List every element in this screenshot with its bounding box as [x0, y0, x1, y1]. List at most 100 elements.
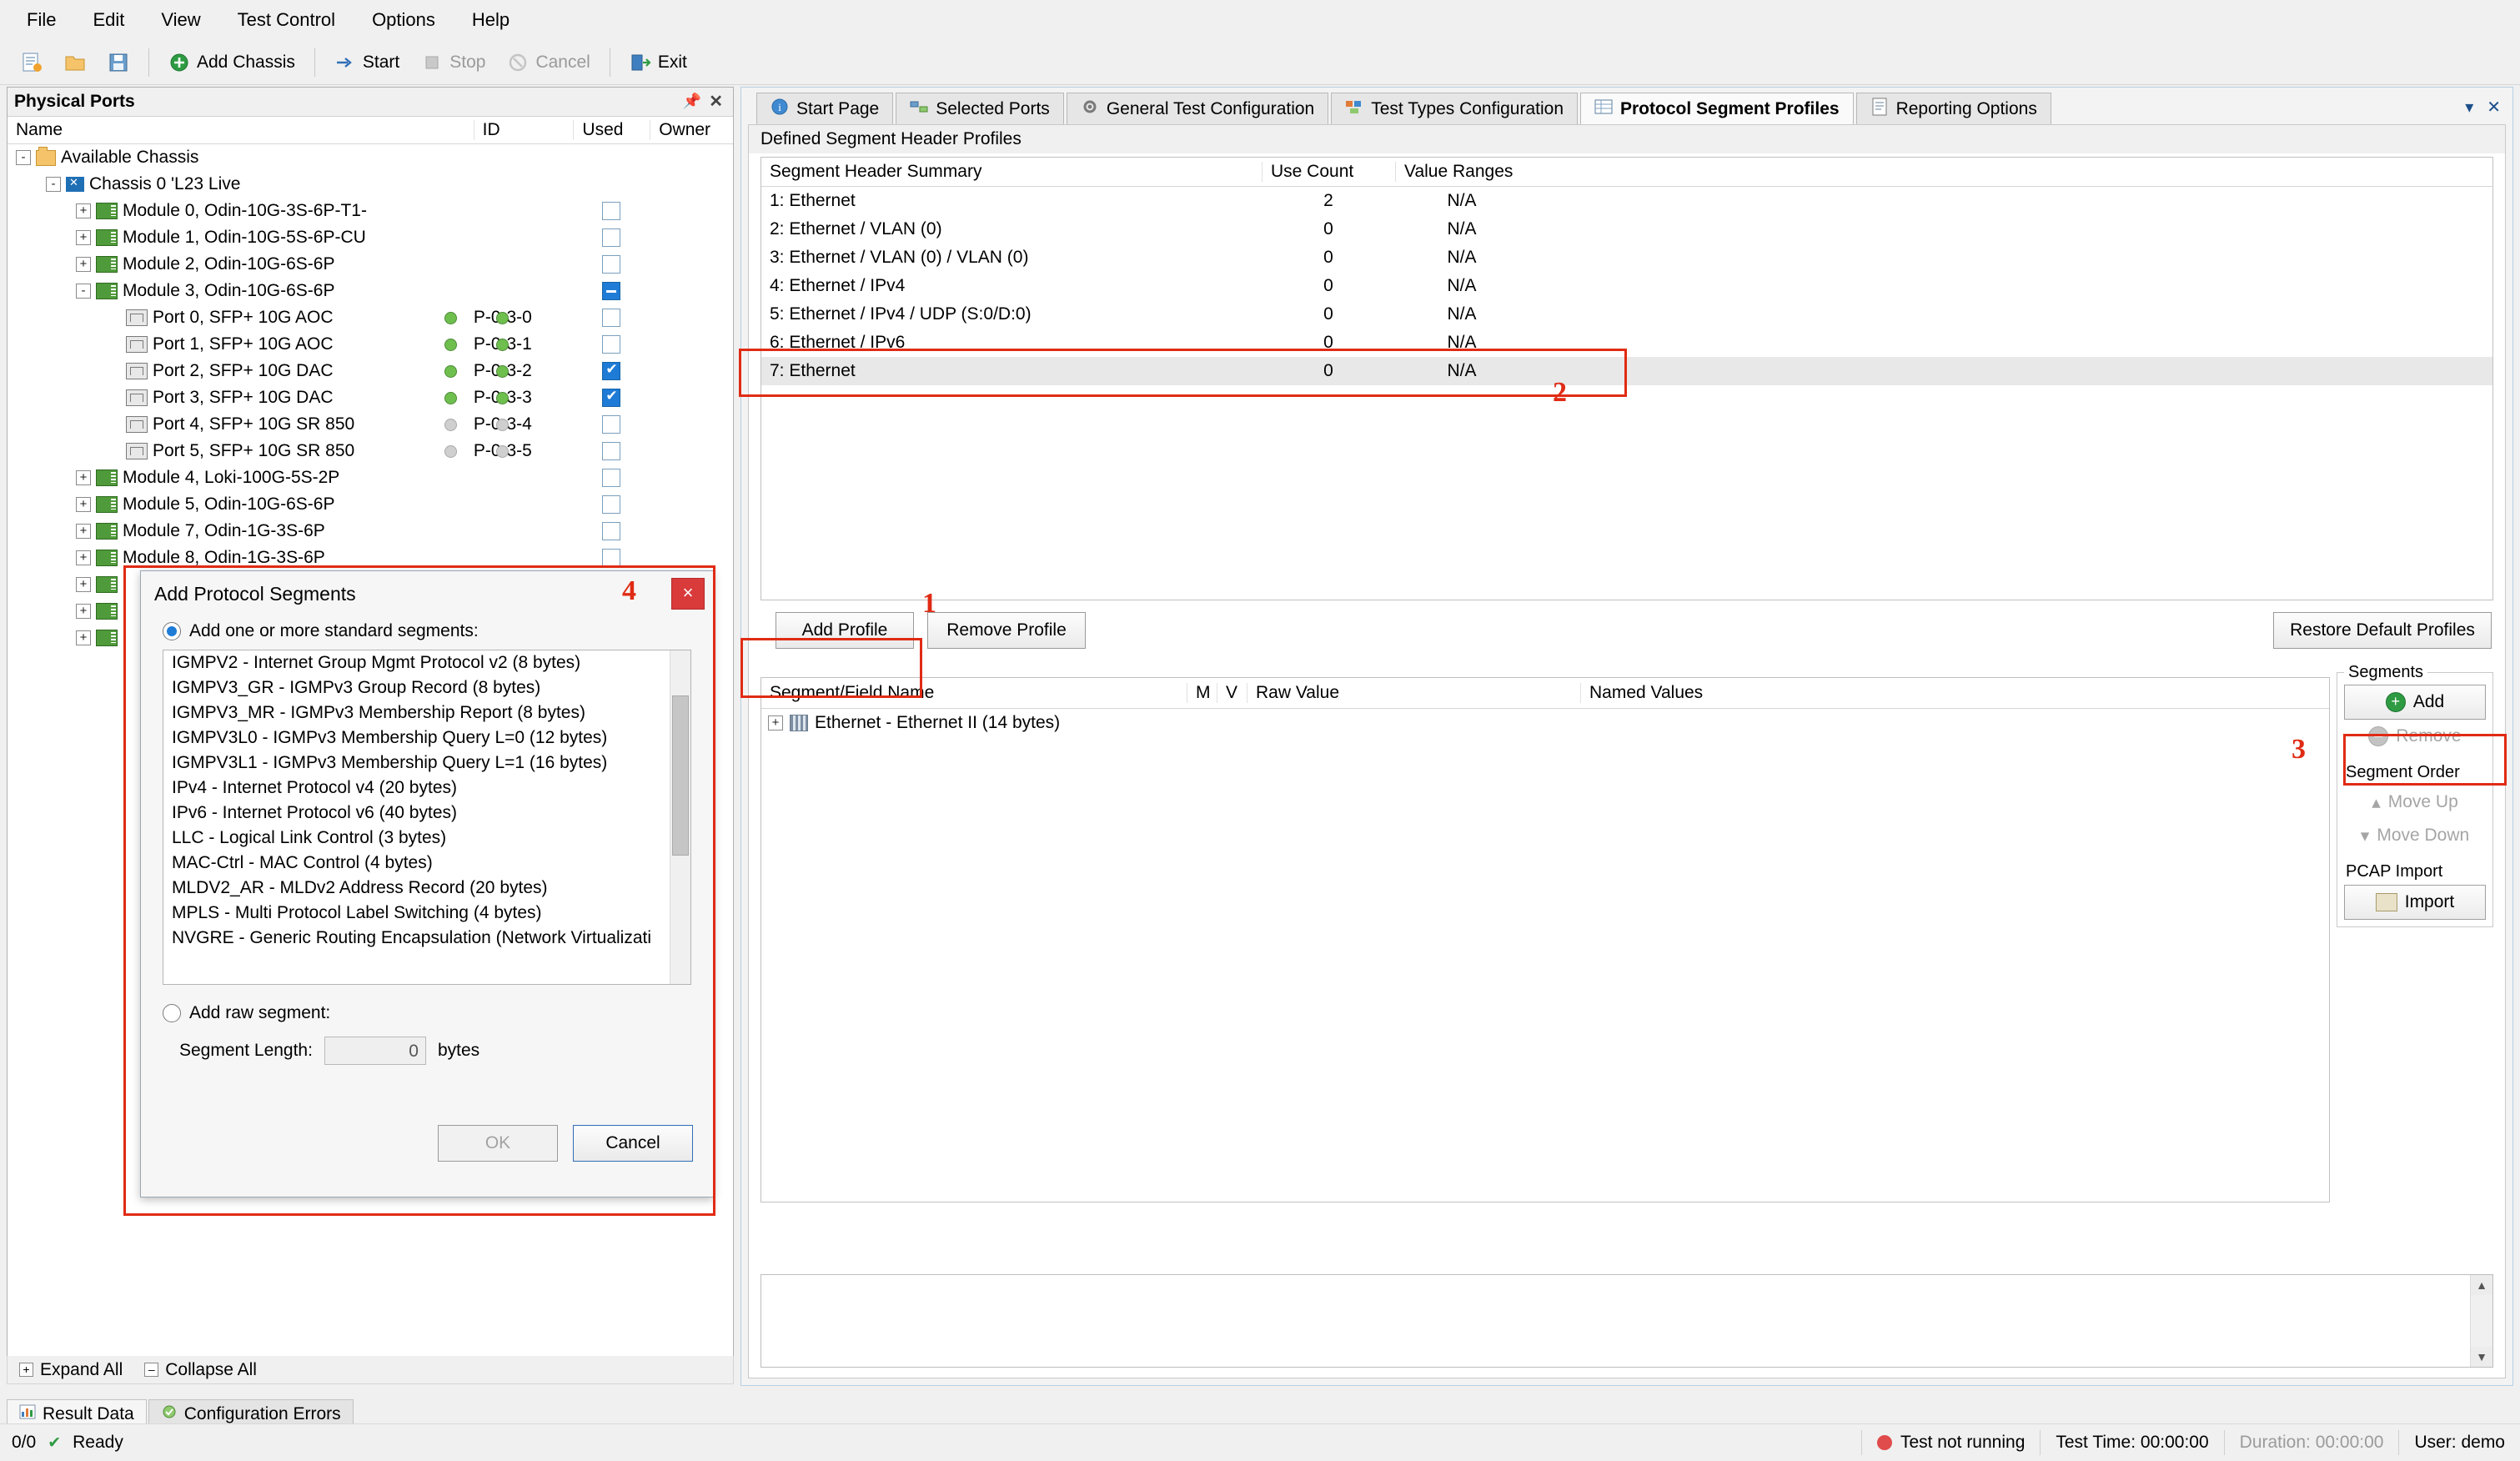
- message-log-box[interactable]: ▲ ▼: [761, 1274, 2493, 1368]
- ports-tree-row[interactable]: + Module 2, Odin-10G-6S-6P: [8, 251, 733, 278]
- expand-icon[interactable]: +: [76, 257, 91, 272]
- used-checkbox[interactable]: [602, 469, 621, 487]
- add-profile-button[interactable]: Add Profile: [776, 612, 914, 649]
- used-checkbox[interactable]: [602, 442, 621, 460]
- open-config-button[interactable]: [55, 47, 95, 78]
- ports-tree-row[interactable]: Port 5, SFP+ 10G SR 850 P-0-3-5: [8, 438, 733, 464]
- scrollbar-thumb[interactable]: [672, 695, 689, 856]
- segment-option-item[interactable]: IPv4 - Internet Protocol v4 (20 bytes): [163, 776, 690, 801]
- column-named-values[interactable]: Named Values: [1580, 683, 1914, 703]
- import-button[interactable]: Import: [2344, 885, 2486, 920]
- menu-file[interactable]: File: [8, 4, 74, 36]
- expand-icon[interactable]: +: [76, 203, 91, 218]
- profile-row[interactable]: 5: Ethernet / IPv4 / UDP (S:0/D:0) 0 N/A: [761, 300, 2492, 329]
- column-raw-value[interactable]: Raw Value: [1247, 683, 1580, 703]
- profile-row[interactable]: 6: Ethernet / IPv6 0 N/A: [761, 329, 2492, 357]
- used-checkbox[interactable]: [602, 202, 621, 220]
- ports-tree-row[interactable]: + Module 7, Odin-1G-3S-6P: [8, 518, 733, 545]
- column-m[interactable]: M: [1187, 683, 1217, 703]
- collapse-icon[interactable]: -: [46, 177, 61, 192]
- used-checkbox[interactable]: [602, 522, 621, 540]
- ports-tree-row[interactable]: Port 3, SFP+ 10G DAC P-0-3-3: [8, 384, 733, 411]
- used-checkbox[interactable]: [602, 388, 621, 407]
- start-button[interactable]: Start: [325, 47, 409, 78]
- expand-icon[interactable]: +: [76, 230, 91, 245]
- column-name[interactable]: Name: [8, 120, 474, 140]
- chevron-down-icon[interactable]: ▾: [2465, 97, 2473, 118]
- segment-option-item[interactable]: IGMPV3_GR - IGMPv3 Group Record (8 bytes…: [163, 675, 690, 700]
- restore-default-profiles-button[interactable]: Restore Default Profiles: [2273, 612, 2492, 649]
- listbox-scrollbar[interactable]: [670, 650, 690, 984]
- ports-tree-row[interactable]: Port 0, SFP+ 10G AOC P-0-3-0: [8, 304, 733, 331]
- segment-row[interactable]: + Ethernet - Ethernet II (14 bytes): [761, 709, 2329, 737]
- used-checkbox[interactable]: [602, 495, 621, 514]
- menu-edit[interactable]: Edit: [74, 4, 143, 36]
- used-checkbox[interactable]: [602, 282, 621, 300]
- add-segment-button[interactable]: + Add: [2344, 685, 2486, 720]
- expand-icon[interactable]: +: [76, 577, 91, 592]
- tab-protocol-segment-profiles[interactable]: Protocol Segment Profiles: [1580, 93, 1854, 124]
- segment-option-item[interactable]: MPLS - Multi Protocol Label Switching (4…: [163, 901, 690, 926]
- ports-tree-row[interactable]: + Module 1, Odin-10G-5S-6P-CU: [8, 224, 733, 251]
- profile-row[interactable]: 1: Ethernet 2 N/A: [761, 187, 2492, 215]
- menu-view[interactable]: View: [143, 4, 218, 36]
- column-owner[interactable]: Owner: [650, 120, 733, 140]
- close-icon[interactable]: ✕: [709, 91, 723, 112]
- ports-tree-row[interactable]: Port 4, SFP+ 10G SR 850 P-0-3-4: [8, 411, 733, 438]
- used-checkbox[interactable]: [602, 228, 621, 247]
- segment-option-item[interactable]: IGMPV3L0 - IGMPv3 Membership Query L=0 (…: [163, 725, 690, 751]
- segment-option-item[interactable]: NVGRE - Generic Routing Encapsulation (N…: [163, 926, 690, 951]
- used-checkbox[interactable]: [602, 255, 621, 274]
- expand-icon[interactable]: +: [76, 550, 91, 565]
- new-config-button[interactable]: [12, 47, 52, 78]
- ports-tree-row[interactable]: Port 2, SFP+ 10G DAC P-0-3-2: [8, 358, 733, 384]
- ports-tree-row[interactable]: Port 1, SFP+ 10G AOC P-0-3-1: [8, 331, 733, 358]
- tab-general-test-configuration[interactable]: General Test Configuration: [1066, 93, 1329, 124]
- expand-icon[interactable]: +: [76, 630, 91, 645]
- cancel-button[interactable]: Cancel: [498, 47, 599, 78]
- move-up-button[interactable]: ▴ Move Up: [2344, 786, 2486, 819]
- remove-segment-button[interactable]: – Remove: [2344, 720, 2486, 753]
- used-checkbox[interactable]: [602, 415, 621, 434]
- segment-option-item[interactable]: IGMPV3_MR - IGMPv3 Membership Report (8 …: [163, 700, 690, 725]
- segment-option-item[interactable]: MLDV2_AR - MLDv2 Address Record (20 byte…: [163, 876, 690, 901]
- column-used[interactable]: Used: [573, 120, 650, 140]
- pin-icon[interactable]: 📌: [683, 93, 701, 110]
- profile-row[interactable]: 7: Ethernet 0 N/A: [761, 357, 2492, 385]
- collapse-icon[interactable]: -: [16, 150, 31, 165]
- menu-help[interactable]: Help: [454, 4, 528, 36]
- column-segment-header-summary[interactable]: Segment Header Summary: [761, 162, 1262, 182]
- expand-icon[interactable]: +: [76, 497, 91, 512]
- tab-start-page[interactable]: i Start Page: [756, 93, 894, 124]
- ports-tree-row[interactable]: + Module 4, Loki-100G-5S-2P: [8, 464, 733, 491]
- ports-tree-row[interactable]: - Module 3, Odin-10G-6S-6P: [8, 278, 733, 304]
- ok-button[interactable]: OK: [438, 1125, 558, 1162]
- profile-row[interactable]: 2: Ethernet / VLAN (0) 0 N/A: [761, 215, 2492, 243]
- profile-row[interactable]: 3: Ethernet / VLAN (0) / VLAN (0) 0 N/A: [761, 243, 2492, 272]
- tab-selected-ports[interactable]: Selected Ports: [896, 93, 1064, 124]
- expander-icon[interactable]: +: [768, 715, 783, 730]
- move-down-button[interactable]: ▾ Move Down: [2344, 819, 2486, 852]
- cancel-dialog-button[interactable]: Cancel: [573, 1125, 693, 1162]
- scroll-up-icon[interactable]: ▲: [2471, 1275, 2492, 1295]
- add-chassis-button[interactable]: Add Chassis: [159, 47, 304, 78]
- expand-icon[interactable]: +: [76, 524, 91, 539]
- expand-all-button[interactable]: + Expand All: [19, 1360, 123, 1380]
- ports-tree-row[interactable]: - Chassis 0 'L23 Live: [8, 171, 733, 198]
- used-checkbox[interactable]: [602, 549, 621, 567]
- panel-close-icon[interactable]: ✕: [2487, 97, 2501, 118]
- raw-segment-radio[interactable]: Add raw segment:: [163, 1003, 713, 1023]
- column-id[interactable]: ID: [473, 120, 574, 140]
- segment-option-item[interactable]: LLC - Logical Link Control (3 bytes): [163, 826, 690, 851]
- log-scrollbar[interactable]: ▲ ▼: [2470, 1275, 2492, 1367]
- segment-option-item[interactable]: IGMPV3L1 - IGMPv3 Membership Query L=1 (…: [163, 751, 690, 776]
- column-use-count[interactable]: Use Count: [1262, 162, 1395, 182]
- menu-test-control[interactable]: Test Control: [219, 4, 354, 36]
- column-value-ranges[interactable]: Value Ranges: [1395, 162, 1529, 182]
- column-segment-field-name[interactable]: Segment/Field Name: [761, 683, 1187, 703]
- segment-option-item[interactable]: IPv6 - Internet Protocol v6 (40 bytes): [163, 801, 690, 826]
- menu-options[interactable]: Options: [354, 4, 454, 36]
- save-config-button[interactable]: [98, 47, 138, 78]
- tab-reporting-options[interactable]: Reporting Options: [1855, 93, 2051, 124]
- stop-button[interactable]: Stop: [412, 47, 494, 78]
